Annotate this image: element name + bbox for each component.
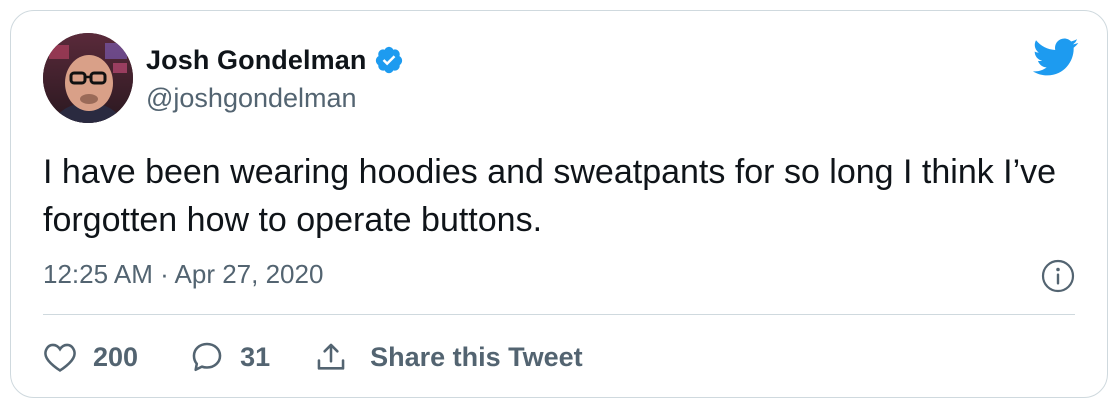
verified-badge-icon xyxy=(374,45,404,75)
info-icon[interactable] xyxy=(1041,259,1075,293)
reply-count: 31 xyxy=(240,341,271,372)
author-handle[interactable]: @joshgondelman xyxy=(146,83,357,114)
reply-button[interactable]: 31 xyxy=(190,340,270,374)
avatar-photo xyxy=(43,33,133,123)
tweet-card[interactable]: Josh Gondelman @joshgondelman I have bee… xyxy=(10,10,1108,398)
tweet-text: I have been wearing hoodies and sweatpan… xyxy=(43,153,1057,239)
share-icon xyxy=(314,340,348,374)
tweet-actions: 200 31 Share this Tweet xyxy=(43,336,583,378)
reply-bubble-icon xyxy=(190,340,224,374)
share-label: Share this Tweet xyxy=(370,341,583,372)
twitter-bird-icon[interactable] xyxy=(1031,37,1079,77)
author-name-row[interactable]: Josh Gondelman xyxy=(146,43,404,77)
avatar[interactable] xyxy=(43,33,133,123)
author-display-name[interactable]: Josh Gondelman xyxy=(146,45,366,76)
like-button[interactable]: 200 xyxy=(43,341,138,373)
tweet-timestamp[interactable]: 12:25 AM · Apr 27, 2020 xyxy=(43,259,323,290)
share-button[interactable]: Share this Tweet xyxy=(314,340,583,374)
heart-icon xyxy=(43,341,77,373)
like-count: 200 xyxy=(93,341,139,372)
divider xyxy=(43,314,1075,315)
